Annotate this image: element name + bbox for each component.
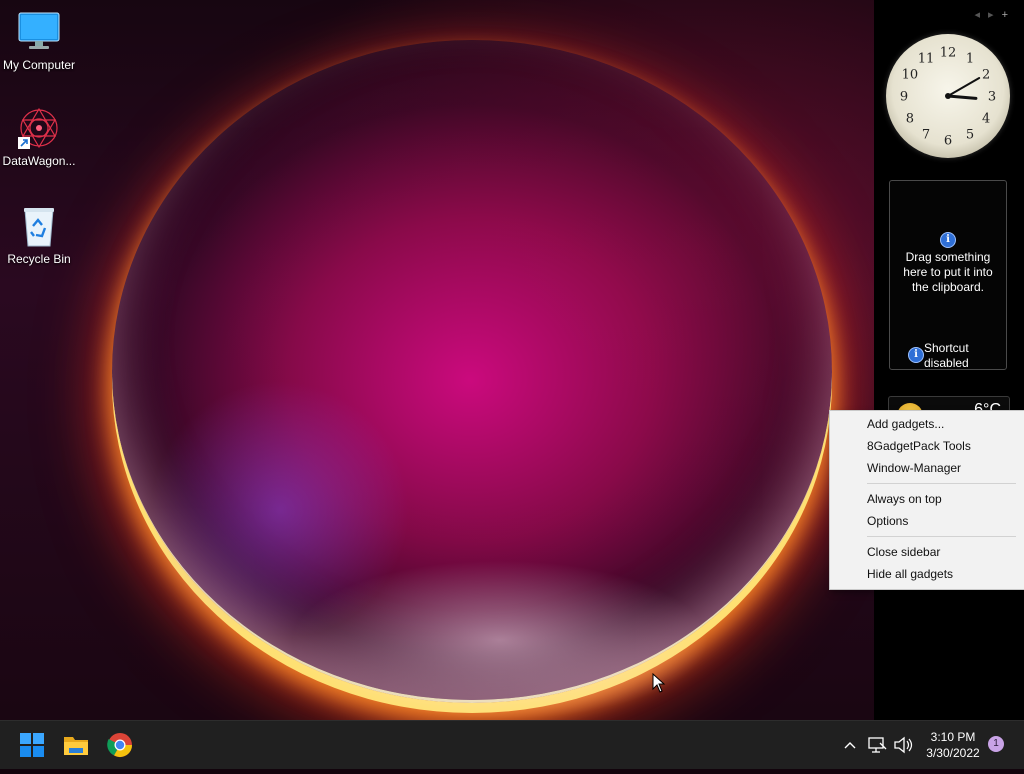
menu-item-add-gadgets[interactable]: Add gadgets... xyxy=(867,414,944,434)
speaker-icon xyxy=(894,736,913,754)
file-explorer-button[interactable] xyxy=(60,729,92,761)
datawagon-app-icon xyxy=(17,106,61,150)
chrome-button[interactable] xyxy=(104,729,136,761)
clock-numeral: 4 xyxy=(982,112,990,127)
taskbar-date: 3/30/2022 xyxy=(926,746,980,760)
menu-item-window-manager[interactable]: Window-Manager xyxy=(867,458,961,478)
network-button[interactable] xyxy=(866,721,888,769)
menu-item-close-sidebar[interactable]: Close sidebar xyxy=(867,542,940,562)
desktop-icon-my-computer[interactable]: My Computer xyxy=(0,10,78,72)
sidebar-next-button[interactable]: ▸ xyxy=(988,9,1002,21)
desktop-icon-label: Recycle Bin xyxy=(7,252,71,266)
clock-numeral: 8 xyxy=(906,112,914,127)
start-button[interactable] xyxy=(16,729,48,761)
sidebar-nav: ◂▸+ xyxy=(975,8,1017,21)
clock-numeral: 11 xyxy=(918,51,935,66)
info-icon: i xyxy=(908,347,924,363)
clock-numeral: 6 xyxy=(944,134,952,149)
desktop-icon-label: DataWagon... xyxy=(2,154,76,168)
notification-badge[interactable]: 1 xyxy=(988,736,1004,752)
clock-gadget[interactable]: 12 1 2 3 4 5 6 7 8 9 10 11 xyxy=(886,34,1010,158)
menu-separator xyxy=(867,536,1016,537)
monitor-icon xyxy=(17,10,61,54)
windows-start-icon xyxy=(20,733,44,757)
menu-separator xyxy=(867,483,1016,484)
sidebar-prev-button[interactable]: ◂ xyxy=(975,9,989,21)
clock-numeral: 7 xyxy=(922,128,930,143)
clock-face: 12 12 3 45678 9 10 11 xyxy=(900,46,996,149)
desktop-icon-datawagon[interactable]: DataWagon... xyxy=(0,106,78,168)
desktop-icon-label: My Computer xyxy=(2,58,76,72)
menu-item-always-on-top[interactable]: Always on top xyxy=(867,489,942,509)
chevron-up-icon xyxy=(844,742,856,749)
menu-item-hide-all-gadgets[interactable]: Hide all gadgets xyxy=(867,564,953,584)
sidebar-add-button[interactable]: + xyxy=(1002,9,1016,21)
desktop-wallpaper xyxy=(0,0,874,720)
recycle-bin-icon xyxy=(17,204,61,248)
taskbar-time: 3:10 PM xyxy=(930,730,976,744)
clock-numeral: 3 xyxy=(988,90,996,105)
clock-numeral: 2 xyxy=(982,68,990,83)
taskbar-clock[interactable]: 3:10 PM 3/30/2022 xyxy=(920,729,986,761)
clock-numeral: 10 xyxy=(902,68,919,83)
tray-overflow-button[interactable] xyxy=(840,721,860,769)
volume-button[interactable] xyxy=(892,721,914,769)
clock-numeral: 9 xyxy=(900,90,908,105)
sidebar-context-menu: Add gadgets... 8GadgetPack Tools Window-… xyxy=(829,410,1024,590)
menu-item-options[interactable]: Options xyxy=(867,511,908,531)
clock-numeral: 1 xyxy=(966,51,974,66)
chrome-icon xyxy=(107,733,132,758)
clipboard-gadget[interactable]: i Drag something here to put it into the… xyxy=(889,180,1007,370)
info-icon: i xyxy=(940,232,956,248)
clock-minute-hand xyxy=(947,77,981,97)
menu-item-8gadgetpack-tools[interactable]: 8GadgetPack Tools xyxy=(867,436,971,456)
folder-icon xyxy=(64,737,88,755)
clock-numeral: 5 xyxy=(966,128,974,143)
mouse-cursor-icon xyxy=(652,673,666,693)
shortcut-line2: disabled xyxy=(924,356,969,370)
taskbar: 3:10 PM 3/30/2022 xyxy=(0,720,1024,769)
shortcut-line1: Shortcut xyxy=(924,341,969,355)
desktop-icon-recycle-bin[interactable]: Recycle Bin xyxy=(0,204,78,266)
clipboard-message: Drag something here to put it into the c… xyxy=(903,250,993,294)
clipboard-shortcut-status: i Shortcut disabled xyxy=(890,341,1006,371)
clock-numeral: 12 xyxy=(940,46,957,61)
network-icon xyxy=(868,737,887,753)
wallpaper-glow-bottom xyxy=(290,560,710,720)
clock-hour-hand xyxy=(946,94,978,100)
